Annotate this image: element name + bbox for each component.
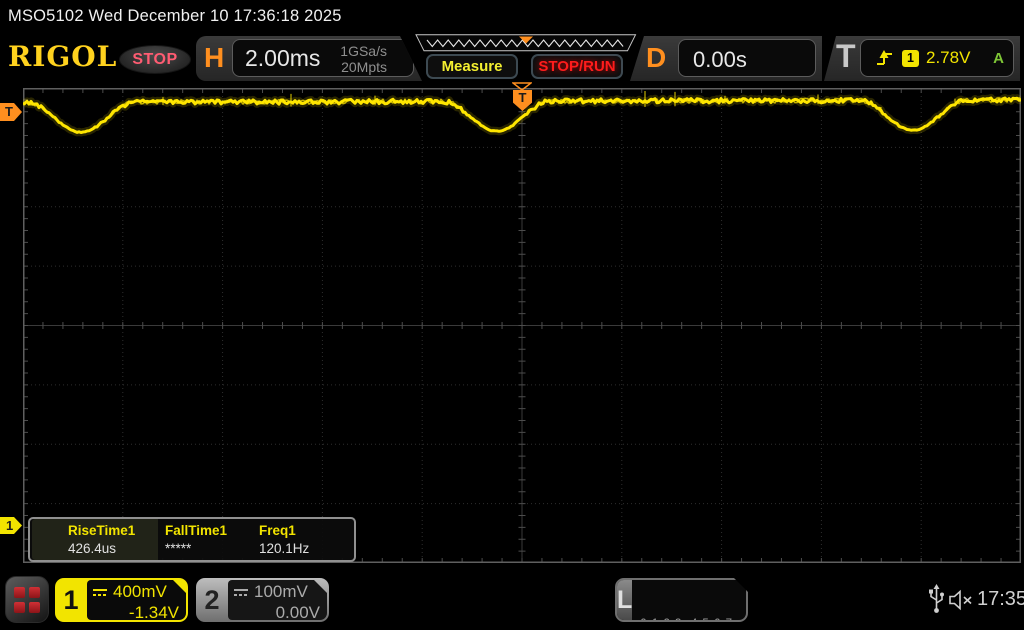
usb-icon	[929, 584, 944, 613]
stop-run-button[interactable]: STOP/RUN	[531, 54, 623, 79]
model-and-datetime: MSO5102 Wed December 10 17:36:18 2025	[8, 7, 342, 25]
horizontal-panel[interactable]: H 2.00ms 1GSa/s 20Mpts	[196, 36, 422, 81]
dc-coupling-icon	[92, 587, 108, 598]
ch1-offset-marker[interactable]: 1	[0, 517, 22, 534]
timebase-box[interactable]: 2.00ms 1GSa/s 20Mpts	[232, 39, 414, 77]
measurement-value: *****	[165, 541, 192, 556]
logic-row-1: 0 1 2 3 4 5 6 7	[640, 616, 748, 622]
measurement-panel[interactable]: RiseTime1 426.4us FallTime1 ***** Freq1 …	[28, 517, 356, 562]
trigger-label: T	[836, 38, 856, 74]
trigger-source-badge: 1	[902, 49, 919, 67]
logic-channels-pill[interactable]: L 0 1 2 3 4 5 6 7 8 9 1011 12131415	[615, 578, 748, 622]
measurement-label: FallTime1	[165, 523, 228, 538]
measurement-value: 120.1Hz	[259, 541, 310, 556]
measurement-freq[interactable]: Freq1 120.1Hz	[252, 519, 354, 560]
menu-button[interactable]	[5, 576, 49, 623]
logic-channel-numbers: 0 1 2 3 4 5 6 7 8 9 1011 12131415	[632, 580, 748, 620]
measurement-label: Freq1	[259, 523, 296, 538]
waveform-position-bar[interactable]	[415, 34, 637, 52]
delay-panel[interactable]: D 0.00s	[630, 36, 822, 81]
dc-coupling-icon	[233, 587, 249, 598]
waveform-display	[23, 88, 1021, 563]
channel-scale: 400mV	[113, 582, 167, 601]
measure-button[interactable]: Measure	[426, 54, 518, 79]
delay-box[interactable]: 0.00s	[678, 39, 816, 77]
horizontal-label: H	[204, 42, 225, 73]
channel-number: 1	[63, 585, 79, 615]
oscilloscope-screen: MSO5102 Wed December 10 17:36:18 2025 RI…	[0, 0, 1024, 630]
channel-offset: 0.00V	[275, 603, 320, 622]
memory-depth: 20Mpts	[341, 59, 387, 75]
channel-scale: 100mV	[254, 582, 308, 601]
rigol-logo: RIGOL	[8, 40, 118, 73]
trigger-panel[interactable]: T 1 2.78V A	[824, 36, 1020, 81]
trigger-sweep-mode: A	[993, 49, 1004, 67]
delay-value: 0.00s	[693, 47, 747, 72]
channel-2-readout: 100mV 0.00V	[228, 580, 327, 620]
logic-label: L	[617, 580, 632, 620]
trigger-position-carat-icon	[512, 82, 532, 91]
speaker-muted-icon	[949, 589, 972, 611]
channel-offset: -1.34V	[128, 603, 179, 622]
clock: 17:35	[977, 588, 1024, 610]
timebase-value: 2.00ms	[245, 45, 321, 71]
delay-label: D	[646, 42, 667, 73]
trigger-level-marker[interactable]: T	[0, 103, 22, 121]
grid-menu-icon	[14, 586, 40, 613]
channel-number: 2	[204, 585, 220, 615]
sample-rate: 1GSa/s	[340, 43, 387, 59]
run-state-indicator[interactable]: STOP	[119, 45, 191, 74]
trigger-box[interactable]: 1 2.78V A	[860, 39, 1014, 77]
channel-1-readout: 400mV -1.34V	[87, 580, 186, 620]
channel-2-pill[interactable]: 2 100mV 0.00V	[196, 578, 329, 622]
edge-trigger-slope-icon	[877, 50, 892, 65]
trigger-level-value: 2.78V	[926, 48, 971, 67]
measurement-value: 426.4us	[68, 541, 117, 556]
channel-1-pill[interactable]: 1 400mV -1.34V	[55, 578, 188, 622]
measurement-falltime[interactable]: FallTime1 *****	[158, 519, 252, 560]
acquisition-info: 1GSa/s 20Mpts	[340, 43, 387, 75]
measurement-label: RiseTime1	[68, 523, 136, 538]
measurement-risetime[interactable]: RiseTime1 426.4us	[32, 519, 158, 560]
